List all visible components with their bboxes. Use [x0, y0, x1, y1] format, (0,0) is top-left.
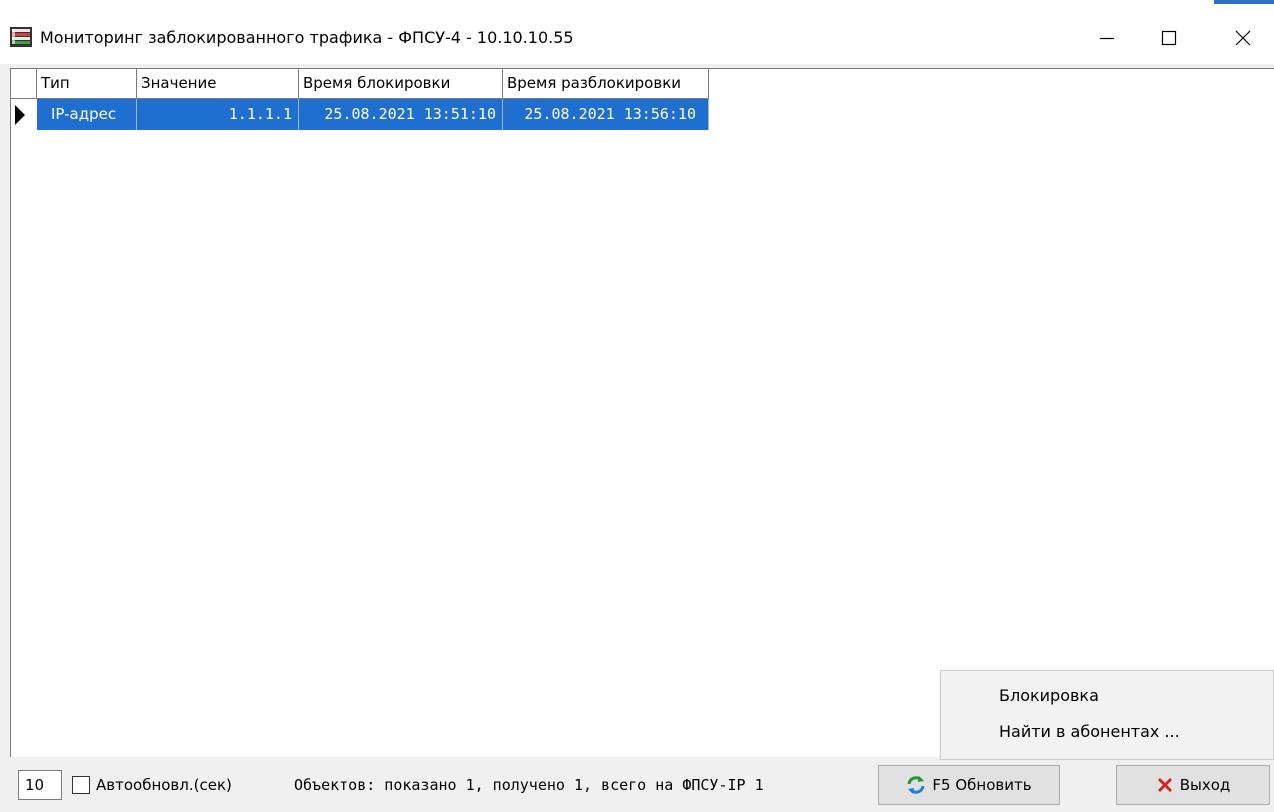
exit-button[interactable]: Выход — [1116, 765, 1270, 805]
menu-item-find-in-subscribers[interactable]: Найти в абонентах ... — [999, 722, 1180, 741]
objects-status-text: Объектов: показано 1, получено 1, всего … — [294, 776, 764, 794]
table-cell-value[interactable]: 1.1.1.1 — [137, 99, 299, 130]
column-header-type[interactable]: Тип — [37, 69, 137, 99]
title-bar[interactable]: Мониторинг заблокированного трафика - ФП… — [0, 12, 1274, 64]
minimize-icon — [1100, 37, 1114, 40]
close-icon — [1235, 30, 1251, 46]
background-accent — [1214, 0, 1274, 4]
menu-item-block[interactable]: Блокировка — [999, 686, 1099, 705]
refresh-interval-input[interactable]: 10 — [18, 770, 62, 800]
close-x-icon — [1157, 778, 1172, 792]
monitoring-window: Мониторинг заблокированного трафика - ФП… — [0, 12, 1274, 812]
context-menu: Блокировка Найти в абонентах ... — [940, 670, 1274, 760]
table-cell-unblock-time[interactable]: 25.08.2021 13:56:10 — [503, 99, 709, 130]
window-title: Мониторинг заблокированного трафика - ФП… — [40, 28, 574, 47]
app-list-icon — [10, 27, 32, 47]
column-header-value[interactable]: Значение — [137, 69, 299, 99]
maximize-button[interactable] — [1138, 12, 1200, 64]
column-header-unblock-time[interactable]: Время разблокировки — [503, 69, 709, 99]
row-pointer-icon — [15, 105, 25, 125]
table-cell-block-time[interactable]: 25.08.2021 13:51:10 — [299, 99, 503, 130]
refresh-button-label: F5 Обновить — [932, 776, 1032, 794]
autorefresh-label[interactable]: Автообновл.(сек) — [96, 776, 232, 794]
column-header-block-time[interactable]: Время блокировки — [299, 69, 503, 99]
autorefresh-checkbox[interactable] — [72, 776, 90, 794]
minimize-button[interactable] — [1076, 12, 1138, 64]
exit-button-label: Выход — [1179, 776, 1231, 794]
close-button[interactable] — [1212, 12, 1274, 64]
status-bar: 10 Автообновл.(сек) Объектов: показано 1… — [0, 760, 1274, 812]
refresh-button[interactable]: F5 Обновить — [878, 765, 1060, 805]
refresh-icon — [907, 776, 925, 794]
row-indicator-header — [11, 69, 37, 99]
current-row-indicator[interactable] — [11, 99, 37, 130]
maximize-icon — [1161, 30, 1177, 46]
table-cell-type[interactable]: IP-адрес — [37, 99, 137, 130]
blocked-traffic-grid[interactable]: Тип Значение Время блокировки Время разб… — [10, 68, 1274, 757]
